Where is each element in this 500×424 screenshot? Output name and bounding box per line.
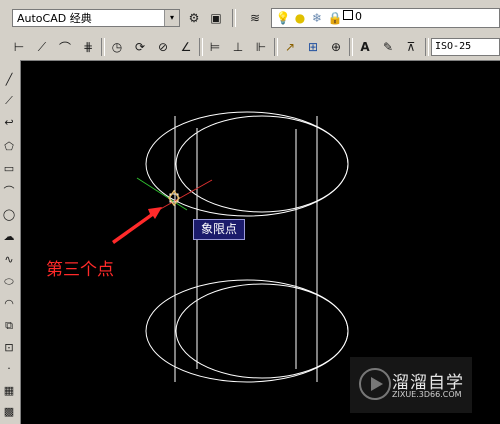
point-tool-icon[interactable]: ·: [1, 361, 17, 377]
ellipse-arc-tool-icon[interactable]: ◠: [1, 296, 17, 312]
center-mark-icon[interactable]: ⊕: [327, 38, 345, 56]
polyline-tool-icon[interactable]: ↩: [1, 115, 17, 131]
toolbar-separator: [101, 38, 105, 56]
osnap-tooltip: 象限点: [193, 219, 245, 240]
revcloud-tool-icon[interactable]: ☁: [1, 229, 17, 245]
layer-color-swatch: [343, 10, 353, 20]
continue-dim-icon[interactable]: ⊩: [252, 38, 270, 56]
dimension-toolbar: ⊢ ⟋ ⌒ ⋕ ◷ ⟳ ⊘ ∠ ⊨ ⊥ ⊩ ↗ ⊞ ⊕ A ✎ ⊼ ISO-25: [0, 34, 500, 61]
baseline-dim-icon[interactable]: ⊥: [229, 38, 247, 56]
dim-update-icon[interactable]: ⊼: [402, 38, 420, 56]
workspace-dropdown[interactable]: AutoCAD 经典 ▾: [12, 9, 180, 27]
workspace-value: AutoCAD 经典: [17, 12, 92, 25]
tolerance-icon[interactable]: ⊞: [304, 38, 322, 56]
toolpalette-icon[interactable]: ▣: [207, 9, 225, 27]
dropdown-arrow-icon[interactable]: ▾: [164, 10, 179, 26]
gradient-tool-icon[interactable]: ▩: [1, 404, 17, 420]
toolbar-separator: [425, 38, 429, 56]
construction-line-icon[interactable]: ⟋: [1, 93, 17, 109]
toolbar-separator: [274, 38, 278, 56]
radius-dim-icon[interactable]: ◷: [108, 38, 126, 56]
line-tool-icon[interactable]: ╱: [1, 72, 17, 88]
aligned-dim-icon[interactable]: ⟋: [33, 38, 51, 56]
diameter-dim-icon[interactable]: ⊘: [154, 38, 172, 56]
ordinate-dim-icon[interactable]: ⋕: [79, 38, 97, 56]
draw-toolbar: ╱ ⟋ ↩ ⬠ ▭ ⌒ ◯ ☁ ∿ ⬭ ◠ ⧉ ⊡ · ▦ ▩: [0, 60, 21, 424]
make-block-icon[interactable]: ⊡: [1, 340, 17, 356]
lightbulb-icon[interactable]: 💡: [274, 9, 292, 27]
crosshair-y-line: [136, 177, 188, 211]
dim-text-edit-icon[interactable]: ✎: [379, 38, 397, 56]
arc-tool-icon[interactable]: ⌒: [1, 184, 17, 200]
dim-edit-icon[interactable]: A: [356, 38, 374, 56]
annotation-label: 第三个点: [46, 260, 114, 280]
spline-tool-icon[interactable]: ∿: [1, 252, 17, 268]
workspace-toolbar: AutoCAD 经典 ▾ ⚙ ▣ ≋ 💡 ● ❄ 🔒 0: [0, 0, 500, 35]
insert-block-icon[interactable]: ⧉: [1, 318, 17, 334]
workspace-settings-icon[interactable]: ⚙: [185, 9, 203, 27]
watermark-url: ZIXUE.3D66.COM: [392, 390, 462, 399]
linear-dim-icon[interactable]: ⊢: [10, 38, 28, 56]
arc-length-icon[interactable]: ⌒: [56, 38, 74, 56]
quick-dim-icon[interactable]: ⊨: [206, 38, 224, 56]
ellipse-tool-icon[interactable]: ⬭: [1, 274, 17, 290]
toolbar-separator: [232, 9, 236, 27]
rectangle-tool-icon[interactable]: ▭: [1, 161, 17, 177]
polygon-tool-icon[interactable]: ⬠: [1, 139, 17, 155]
layer-value: 0: [355, 10, 362, 23]
jogged-dim-icon[interactable]: ⟳: [131, 38, 149, 56]
red-arrow: [112, 207, 162, 244]
circle-tool-icon[interactable]: ◯: [1, 207, 17, 223]
inner-top-ellipse: [175, 115, 349, 213]
angular-dim-icon[interactable]: ∠: [177, 38, 195, 56]
quick-leader-icon[interactable]: ↗: [281, 38, 299, 56]
sun-icon[interactable]: ●: [291, 9, 309, 27]
freeze-icon[interactable]: ❄: [308, 9, 326, 27]
inner-bottom-ellipse: [175, 283, 349, 379]
hatch-tool-icon[interactable]: ▦: [1, 383, 17, 399]
lock-icon[interactable]: 🔒: [326, 9, 344, 27]
dimstyle-dropdown[interactable]: ISO-25: [431, 38, 500, 56]
toolbar-separator: [199, 38, 203, 56]
layer-manager-icon[interactable]: ≋: [246, 9, 264, 27]
toolbar-separator: [349, 38, 353, 56]
